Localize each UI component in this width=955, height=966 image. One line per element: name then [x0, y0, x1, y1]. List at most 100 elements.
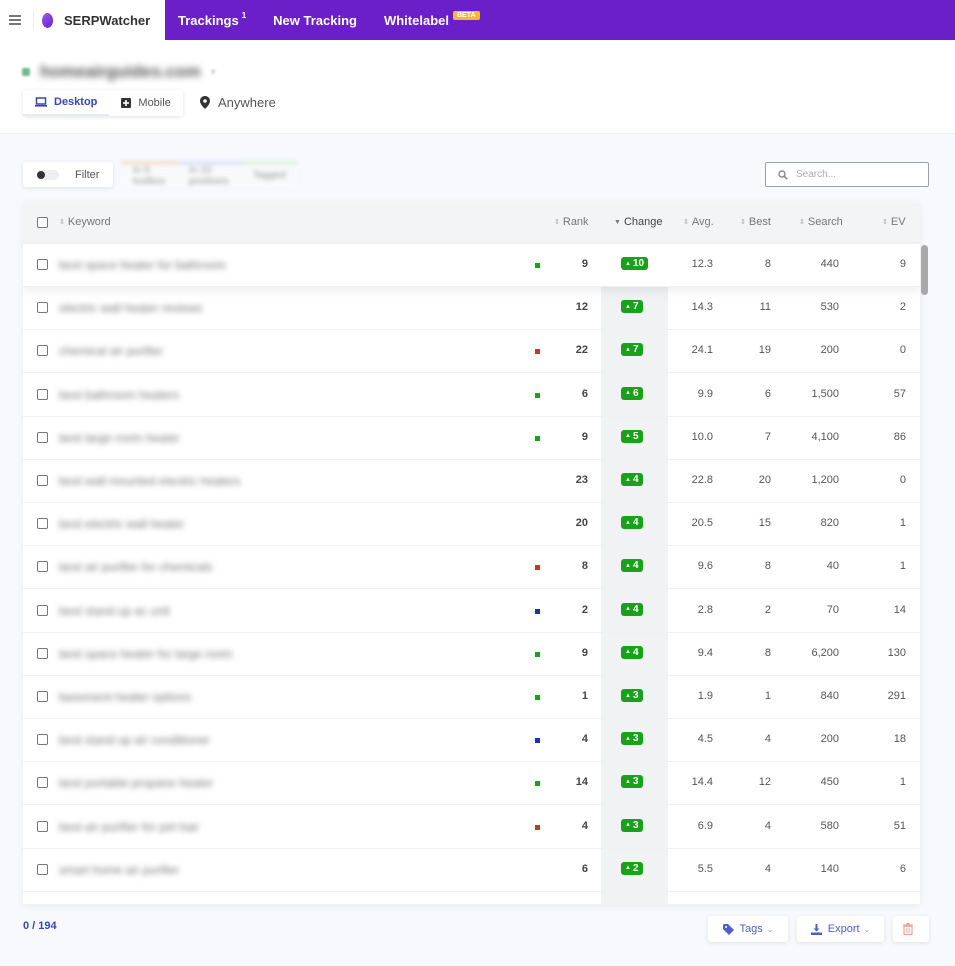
row-checkbox[interactable] — [37, 647, 48, 659]
brand-name[interactable]: SERPWatcher — [64, 13, 150, 28]
export-label: Export — [827, 923, 860, 935]
menu-icon[interactable] — [9, 15, 21, 25]
row-checkbox[interactable] — [37, 388, 48, 400]
sort-icon: ⇕ — [683, 218, 689, 226]
table-row[interactable]: best portable propane heater 14 ▲ 3 14.4 12 45… — [23, 762, 920, 806]
keyword-text[interactable]: best portable propane heater — [59, 776, 213, 790]
column-header-best[interactable]: ⇕ Best — [740, 216, 771, 228]
column-header-label: EV — [890, 216, 906, 228]
location-selector[interactable]: Anywhere — [200, 95, 276, 110]
column-header-keyword[interactable]: ⇕ Keyword — [59, 216, 111, 228]
row-checkbox[interactable] — [37, 691, 48, 702]
column-header-ev[interactable]: ⇕ EV — [882, 216, 906, 228]
change-badge: ▲ 5 — [621, 429, 643, 443]
table-row[interactable]: best stand up air conditioner 4 ▲ 3 4.5 4 200 1… — [23, 719, 920, 763]
best-value: 7 — [764, 430, 771, 443]
keyword-text[interactable]: best space heater for large room — [59, 647, 232, 661]
ev-value: 2 — [899, 301, 906, 314]
row-checkbox[interactable] — [37, 820, 48, 832]
table-row[interactable]: best electric wall heater 20 ▲ 4 20.5 15 820 1 — [23, 503, 920, 547]
ev-value: 0 — [899, 344, 906, 357]
keyword-text[interactable]: chemical air purifier — [59, 344, 163, 358]
row-checkbox[interactable] — [37, 475, 48, 486]
row-checkbox[interactable] — [37, 561, 48, 573]
toggle-switch[interactable] — [37, 169, 59, 180]
table-row[interactable]: best air purifier for pet hair 4 ▲ 3 6.9 4 580… — [23, 806, 920, 849]
keyword-text[interactable]: best stand up air conditioner — [59, 733, 210, 747]
keyword-text[interactable]: best air purifier for chemicals — [59, 560, 212, 574]
rank-value: 9 — [581, 258, 588, 270]
row-checkbox[interactable] — [37, 777, 48, 789]
keyword-text[interactable]: best large room heater — [59, 431, 180, 445]
filter-chip[interactable]: In 5 toolbox — [121, 162, 178, 187]
column-header-change[interactable]: ▼ Change — [614, 216, 662, 228]
arrow-up-icon: ▲ — [625, 390, 631, 397]
ev-value: 0 — [899, 474, 906, 486]
row-checkbox[interactable] — [37, 604, 48, 616]
row-checkbox[interactable] — [37, 431, 48, 443]
keyword-text[interactable]: best electric wall heater — [59, 517, 184, 531]
column-header-search[interactable]: ⇕ Search — [799, 216, 843, 228]
keyword-text[interactable]: best stand up ac unit — [59, 604, 170, 618]
avg-value: 9.6 — [697, 560, 713, 573]
divider — [33, 11, 34, 29]
row-checkbox[interactable] — [37, 302, 48, 314]
table-row[interactable]: best space heater for bathroom 9 ▲ 10 12.3 8 4… — [23, 244, 920, 287]
export-button[interactable]: Export ⌄ — [797, 916, 884, 942]
chevron-down-icon: ▾ — [210, 66, 216, 78]
domain-selector[interactable]: homeairguides.com ▾ — [22, 62, 216, 82]
keyword-text[interactable]: best wall mounted electric heaters — [59, 474, 240, 488]
search-volume-value: 820 — [820, 517, 839, 530]
arrow-up-icon: ▲ — [625, 735, 631, 742]
keyword-text[interactable]: best space heater for bathroom — [59, 258, 226, 272]
keyword-text[interactable]: best air purifier for pet hair — [59, 820, 199, 834]
filter-toggle[interactable]: Filter — [23, 162, 113, 187]
table-row[interactable]: best space heater for large room 9 ▲ 4 9.4 8 6… — [23, 633, 920, 676]
map-pin-icon — [200, 96, 210, 109]
nav-trackings[interactable]: Trackings 1 — [178, 11, 246, 28]
row-checkbox[interactable] — [37, 863, 48, 875]
device-switch: Desktop Mobile — [23, 90, 183, 116]
table-row[interactable]: best wall mounted electric heaters 23 ▲ 4 22… — [23, 460, 920, 503]
table-row[interactable]: chemical air purifier 22 ▲ 7 24.1 19 200 0 — [23, 330, 920, 374]
select-all-checkbox[interactable] — [37, 217, 48, 228]
row-checkbox[interactable] — [37, 345, 48, 357]
table-row[interactable]: best stand up ac unit 2 ▲ 4 2.8 2 70 14 — [23, 590, 920, 633]
keyword-text[interactable]: smart home air purifier — [59, 863, 179, 877]
search-input[interactable] — [796, 169, 916, 180]
avg-value: 14.3 — [691, 301, 713, 314]
filter-chip[interactable]: In 10 positions — [177, 162, 241, 187]
keyword-text[interactable]: best bathroom heaters — [59, 388, 179, 402]
table-row[interactable]: electric wall heater reviews 12 ▲ 7 14.3 11 53… — [23, 287, 920, 331]
table-row[interactable]: best bathroom heaters 6 ▲ 6 9.9 6 1,500 57 — [23, 374, 920, 417]
arrow-up-icon: ▲ — [625, 562, 631, 569]
laptop-icon — [35, 97, 47, 107]
change-badge: ▲ 4 — [621, 645, 643, 659]
table-row[interactable]: best air purifier for chemicals 8 ▲ 4 9.6 8 40… — [23, 546, 920, 590]
keyword-text[interactable]: electric wall heater reviews — [59, 301, 202, 315]
row-checkbox[interactable] — [37, 259, 48, 270]
tags-button[interactable]: Tags ⌄ — [708, 916, 788, 942]
table-scrollbar[interactable] — [921, 245, 928, 295]
row-checkbox[interactable] — [37, 734, 48, 746]
keyword-text[interactable]: basement heater options — [59, 690, 191, 704]
filter-chip-label: In 10 positions — [189, 164, 229, 187]
table-row[interactable]: best large room heater 9 ▲ 5 10.0 7 4,100 86 — [23, 417, 920, 460]
device-mobile-button[interactable]: Mobile — [109, 90, 182, 116]
ev-value: 291 — [887, 690, 906, 702]
table-row[interactable]: smart home air purifier 6 ▲ 2 5.5 4 140 6 — [23, 849, 920, 892]
column-header-avg[interactable]: ⇕ Avg. — [683, 216, 714, 228]
device-desktop-button[interactable]: Desktop — [23, 90, 110, 116]
delete-button[interactable] — [893, 916, 929, 942]
column-header-rank[interactable]: ⇕ Rank — [554, 216, 589, 228]
change-badge: ▲ 4 — [621, 516, 643, 530]
rank-value: 6 — [581, 862, 588, 875]
tag-icon — [722, 923, 734, 935]
filter-chip[interactable]: Tagged — [240, 162, 298, 187]
nav-new-tracking[interactable]: New Tracking — [273, 13, 357, 28]
top-navbar: SERPWatcher Trackings 1 New Tracking Whi… — [0, 0, 955, 40]
row-checkbox[interactable] — [37, 518, 48, 530]
change-value: 6 — [632, 387, 639, 399]
nav-whitelabel[interactable]: Whitelabel BETA — [384, 10, 480, 28]
table-row[interactable]: basement heater options 1 ▲ 3 1.9 1 840 291 — [23, 676, 920, 719]
